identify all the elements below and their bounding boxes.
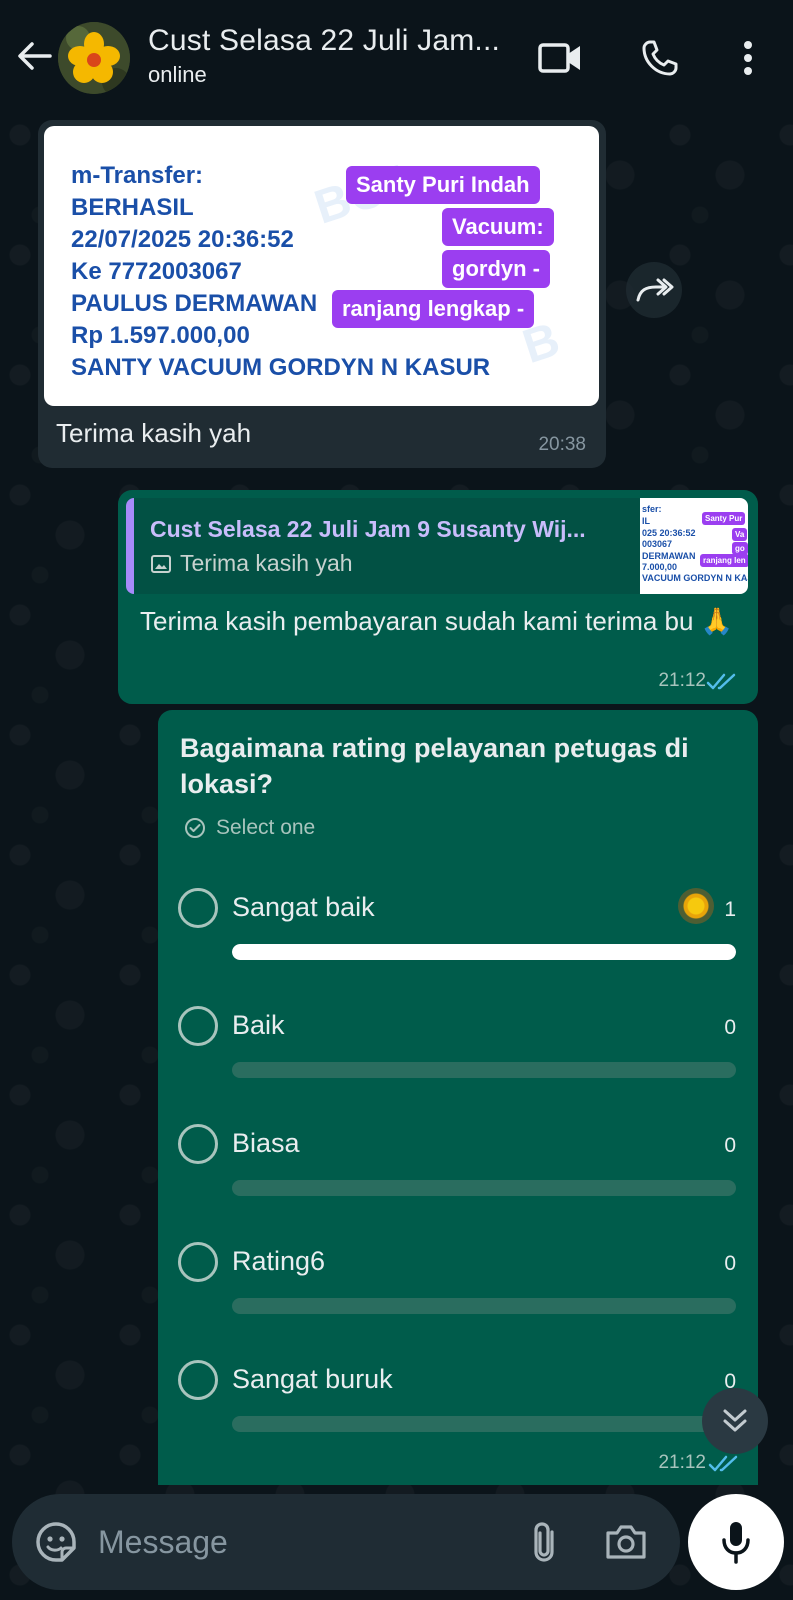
thumb-line: IL <box>642 516 650 526</box>
poll-option-label: Sangat buruk <box>232 1364 393 1394</box>
receipt-line: 22/07/2025 20:36:52 <box>71 226 294 253</box>
thumb-line: 7.000,00 <box>642 562 678 572</box>
more-vert-icon <box>744 41 752 75</box>
camera-icon <box>606 1525 646 1559</box>
receipt-line: Ke 7772003067 <box>71 258 242 285</box>
voice-message-button[interactable] <box>688 1494 784 1590</box>
poll-option-bar <box>232 1062 736 1078</box>
poll-option-radio[interactable] <box>178 1006 218 1046</box>
flower-avatar-icon <box>58 22 130 94</box>
thumb-tag: Va <box>732 528 748 541</box>
poll-hint: Select one <box>184 816 315 840</box>
poll-option-radio[interactable] <box>178 1360 218 1400</box>
message-caption: Terima kasih yah <box>56 418 252 448</box>
mic-icon <box>722 1522 750 1564</box>
thumb-line: sfer: <box>642 504 662 514</box>
video-call-button[interactable] <box>536 36 584 80</box>
quoted-message[interactable]: Cust Selasa 22 Juli Jam 9 Susanty Wij...… <box>126 498 748 594</box>
read-ticks-icon <box>708 1455 738 1472</box>
poll-option-label: Biasa <box>232 1128 300 1158</box>
quote-accent-bar <box>126 498 134 594</box>
paperclip-icon <box>534 1522 554 1562</box>
chat-title-block[interactable]: Cust Selasa 22 Juli Jam... online <box>148 24 518 88</box>
forward-button[interactable] <box>626 262 682 318</box>
check-circle-icon <box>185 818 205 838</box>
quote-snippet: Terima kasih yah <box>150 550 353 577</box>
poll-option-radio[interactable] <box>178 1242 218 1282</box>
chat-title: Cust Selasa 22 Juli Jam... <box>148 24 501 57</box>
receipt-note-tag: Santy Puri Indah <box>346 166 540 204</box>
incoming-message[interactable]: BCA B m-Transfer: BERHASIL 22/07/2025 20… <box>38 120 606 468</box>
scroll-to-bottom-button[interactable] <box>702 1388 768 1454</box>
contact-avatar[interactable] <box>58 22 130 94</box>
message-composer <box>12 1494 680 1590</box>
sticker-icon <box>36 1522 76 1562</box>
quote-thumbnail: sfer: IL 025 20:36:52 003067 DERMAWAN 7.… <box>640 498 748 594</box>
poll-hint-text: Select one <box>216 816 316 839</box>
sticker-button[interactable] <box>32 1518 80 1566</box>
arrow-left-icon <box>18 42 52 70</box>
back-button[interactable] <box>12 34 56 78</box>
poll-option-radio[interactable] <box>178 888 218 928</box>
attach-button[interactable] <box>520 1518 568 1566</box>
thumb-line: VACUUM GORDYN N KASU <box>642 573 748 583</box>
poll-option-count: 0 <box>724 1016 736 1039</box>
read-ticks-icon <box>706 673 736 690</box>
message-time: 21:12 <box>658 1452 706 1473</box>
forward-icon <box>636 278 674 302</box>
thumb-line: 003067 <box>642 539 673 549</box>
message-text: Terima kasih pembayaran sudah kami terim… <box>140 606 734 636</box>
poll-option[interactable]: Biasa 0 <box>158 1118 758 1228</box>
thumb-tag: ranjang len <box>700 554 748 567</box>
poll-option-count: 0 <box>724 1252 736 1275</box>
thumb-line: DERMAWAN <box>642 551 696 561</box>
thumb-tag: Santy Pur <box>702 512 746 525</box>
poll-option-count: 1 <box>724 898 736 921</box>
phone-icon <box>642 40 678 76</box>
receipt-note-tag: gordyn - <box>442 250 550 288</box>
poll-question: Bagaimana rating pelayanan petugas di lo… <box>180 733 689 799</box>
poll-option-label: Baik <box>232 1010 285 1040</box>
poll-message: Bagaimana rating pelayanan petugas di lo… <box>158 710 758 1485</box>
photo-icon <box>151 554 171 573</box>
chat-status: online <box>148 62 207 87</box>
receipt-note-tag: ranjang lengkap - <box>332 290 535 328</box>
poll-option-bar <box>232 1180 736 1196</box>
quote-sender-name: Cust Selasa 22 Juli Jam 9 Susanty Wij... <box>150 516 586 542</box>
voice-call-button[interactable] <box>636 36 684 80</box>
receipt-line: SANTY VACUUM GORDYN N KASUR <box>71 354 491 381</box>
receipt-image[interactable]: BCA B m-Transfer: BERHASIL 22/07/2025 20… <box>44 126 599 406</box>
video-call-icon <box>538 43 580 73</box>
receipt-note-tag: Vacuum: <box>442 208 554 246</box>
message-input[interactable] <box>98 1518 498 1566</box>
message-time: 21:12 <box>658 670 706 691</box>
poll-option-bar-fill <box>232 944 736 960</box>
outgoing-message[interactable]: Cust Selasa 22 Juli Jam 9 Susanty Wij...… <box>118 490 758 704</box>
poll-option-label: Sangat baik <box>232 892 375 922</box>
poll-option[interactable]: Baik 0 <box>158 1000 758 1110</box>
voter-avatar <box>678 888 714 924</box>
poll-option-bar <box>232 1298 736 1314</box>
poll-option[interactable]: Sangat buruk 0 <box>158 1354 758 1464</box>
thumb-line: 025 20:36:52 <box>642 528 696 538</box>
poll-option-radio[interactable] <box>178 1124 218 1164</box>
double-chevron-down-icon <box>723 1409 747 1432</box>
quote-snippet-text: Terima kasih yah <box>180 550 353 576</box>
poll-option[interactable]: Sangat baik 1 <box>158 882 758 992</box>
message-time: 20:38 <box>538 434 586 455</box>
poll-option-label: Rating6 <box>232 1246 326 1276</box>
chat-header: Cust Selasa 22 Juli Jam... online <box>0 0 793 115</box>
camera-button[interactable] <box>600 1518 652 1566</box>
poll-option[interactable]: Rating6 0 <box>158 1236 758 1346</box>
menu-button[interactable] <box>724 36 772 80</box>
poll-option-bar <box>232 1416 736 1432</box>
poll-option-bar <box>232 944 736 960</box>
poll-option-count: 0 <box>724 1134 736 1157</box>
